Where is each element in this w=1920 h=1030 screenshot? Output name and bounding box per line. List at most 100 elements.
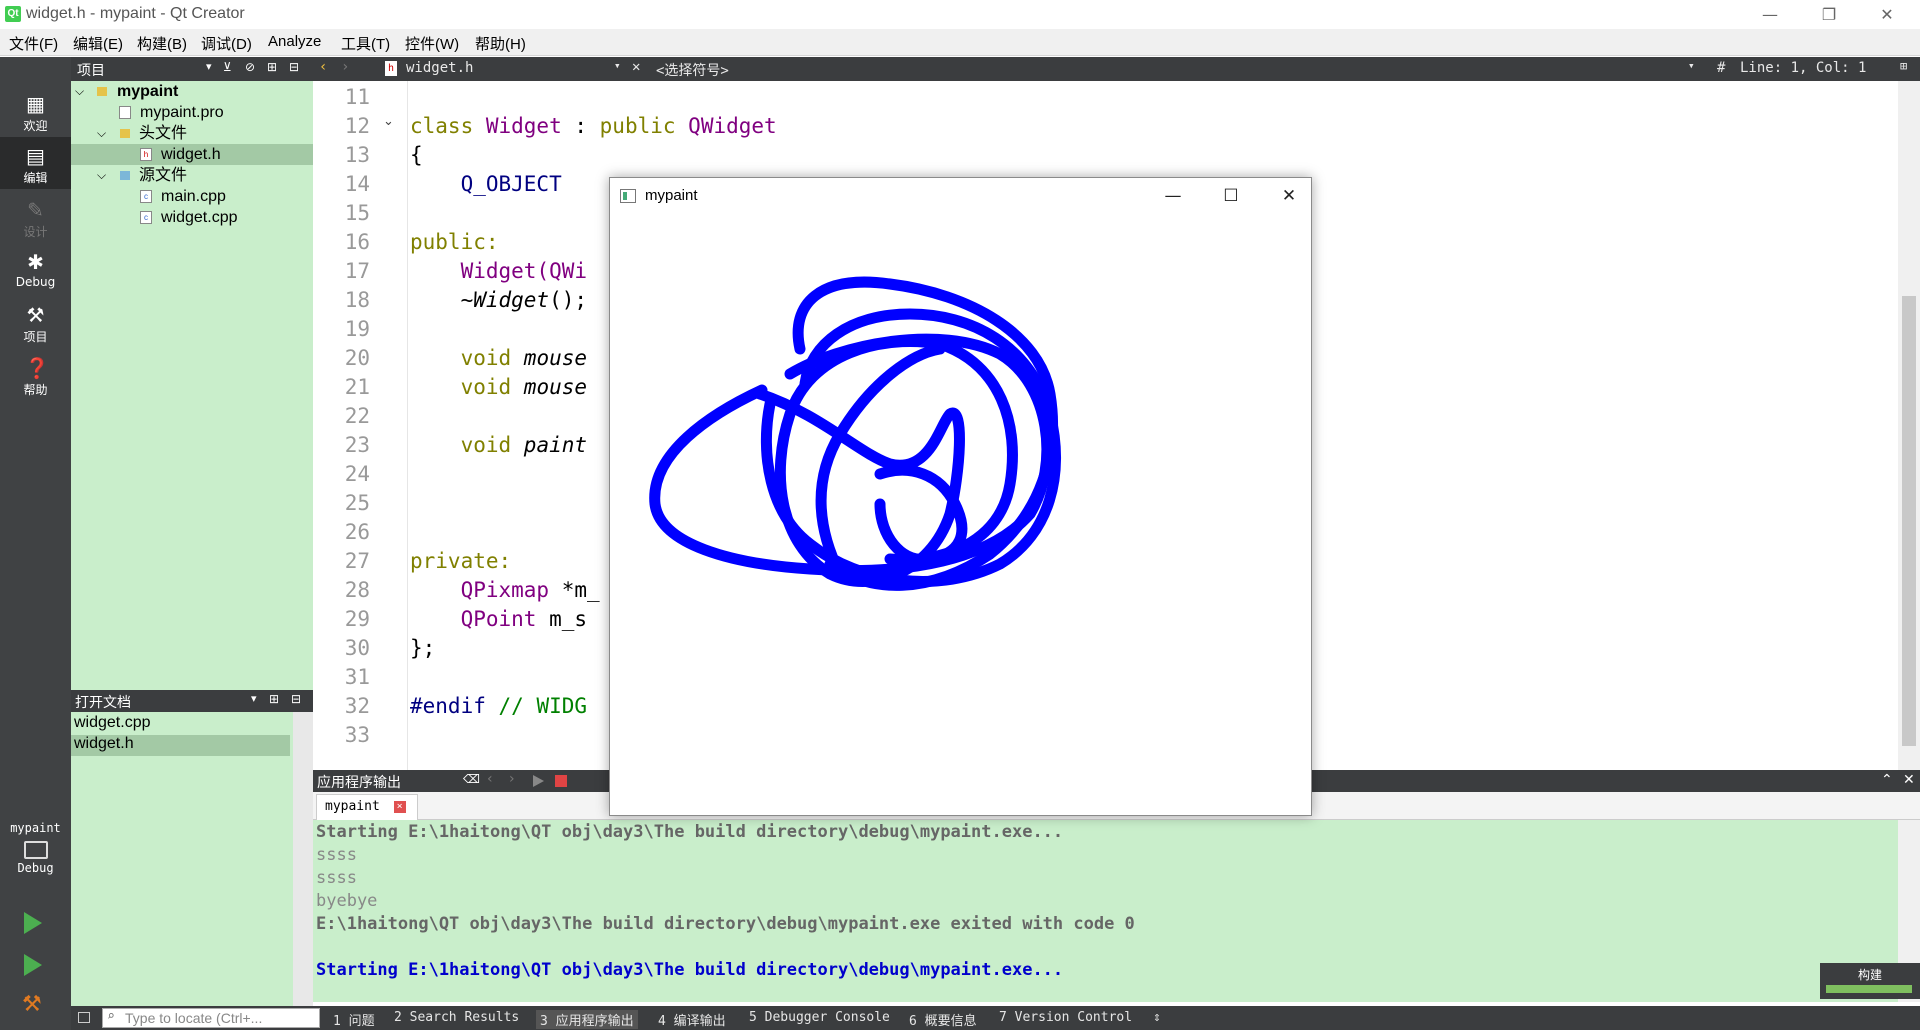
code-token: mouse [523, 346, 588, 370]
minimize-button[interactable]: — [1741, 0, 1799, 29]
dropdown-arrow-icon[interactable]: ▾ [206, 60, 212, 73]
current-file[interactable]: widget.h [406, 60, 473, 76]
menu-debug[interactable]: 调试(D) [201, 33, 252, 54]
clear-output-icon[interactable]: ⌫ [463, 772, 480, 786]
line-number: 27 [344, 549, 370, 573]
tree-item-pro-file[interactable]: mypaint.pro [71, 102, 313, 123]
header-file-icon: h [385, 61, 397, 76]
open-doc-item[interactable]: widget.cpp [74, 714, 290, 735]
cursor-position[interactable]: Line: 1, Col: 1 [1740, 60, 1866, 76]
prev-icon[interactable]: ‹ [487, 771, 493, 787]
tree-item-project[interactable]: ⌵ mypaint [71, 81, 313, 102]
symbol-selector[interactable]: <选择符号> [656, 60, 729, 80]
menu-file[interactable]: 文件(F) [9, 33, 58, 54]
mypaint-close-button[interactable]: ✕ [1260, 178, 1318, 214]
output-tab-mypaint[interactable]: mypaint × [316, 794, 418, 820]
tree-item-sources[interactable]: ⌵ 源文件 [71, 165, 313, 186]
split-icon[interactable]: ⊞ [1900, 59, 1907, 73]
mypaint-window[interactable]: mypaint — ☐ ✕ [609, 177, 1312, 816]
filter-icon[interactable]: ⊻ [223, 60, 232, 74]
paint-canvas[interactable] [610, 214, 1311, 815]
tree-item-widget-cpp[interactable]: c widget.cpp [71, 207, 313, 228]
navigator-header: 项目 ▾ ⊻ ⊘ ⊞ ⊟ [71, 57, 313, 81]
forward-icon[interactable]: › [341, 59, 349, 75]
monitor-icon [23, 841, 48, 859]
mode-debug[interactable]: ✱ Debug [0, 243, 71, 295]
chevron-down-icon[interactable]: ⌵ [75, 81, 84, 102]
tree-item-widget-h[interactable]: h widget.h [71, 144, 313, 165]
menu-analyze[interactable]: Analyze [268, 33, 321, 50]
close-pane-icon[interactable]: ⊟ [289, 60, 299, 74]
line-number: 30 [344, 636, 370, 660]
code-token: paint [523, 433, 588, 457]
build-hammer-button[interactable]: ⚒ [22, 992, 42, 1017]
status-tab-compile-output[interactable]: 4 编译输出 [658, 1010, 726, 1029]
status-tab-debugger-console[interactable]: 5 Debugger Console [749, 1010, 890, 1025]
mode-help[interactable]: ❓ 帮助 [0, 349, 71, 401]
mypaint-window-title: mypaint [645, 187, 698, 204]
code-token: Widget [473, 288, 550, 312]
code-token: QPoint [410, 607, 550, 631]
status-tab-issues[interactable]: 1 问题 [333, 1010, 375, 1029]
dropdown-arrow-icon[interactable]: ▾ [1688, 59, 1695, 72]
menu-edit[interactable]: 编辑(E) [73, 33, 123, 54]
fold-chevron-icon[interactable]: ⌄ [383, 114, 394, 129]
open-docs-scrollbar[interactable] [293, 712, 313, 1006]
scrollbar-thumb[interactable] [1902, 296, 1916, 746]
line-number: 31 [344, 665, 370, 689]
chevron-down-icon[interactable]: ⌵ [97, 165, 106, 186]
menu-tools[interactable]: 工具(T) [341, 33, 390, 54]
build-progress[interactable]: 构建 [1820, 963, 1920, 999]
back-icon[interactable]: ‹ [319, 59, 327, 75]
navigator-title[interactable]: 项目 [77, 60, 105, 80]
code-token: Widget [460, 259, 537, 283]
edit-icon: ▤ [26, 144, 45, 168]
output-line: Starting E:\1haitong\QT obj\day3\The bui… [316, 822, 1064, 842]
next-icon[interactable]: › [509, 771, 515, 787]
close-tab-icon[interactable]: × [393, 800, 406, 813]
dropdown-arrow-icon[interactable]: ▾ [251, 692, 257, 705]
menu-controls[interactable]: 控件(W) [405, 33, 459, 54]
close-file-icon[interactable]: ✕ [632, 59, 640, 75]
line-number: 32 [344, 694, 370, 718]
status-tab-search[interactable]: 2 Search Results [394, 1010, 519, 1025]
status-tab-app-output[interactable]: 3 应用程序输出 [536, 1010, 638, 1029]
toggle-sidebar-icon[interactable] [78, 1012, 90, 1023]
tree-item-label: widget.cpp [161, 209, 238, 226]
mypaint-maximize-button[interactable]: ☐ [1202, 178, 1260, 214]
link-icon[interactable]: ⊘ [245, 60, 255, 74]
open-doc-item[interactable]: widget.h [71, 735, 290, 756]
editor-scrollbar[interactable] [1898, 81, 1920, 770]
folder-icon [120, 129, 130, 138]
status-tab-version-control[interactable]: 7 Version Control [999, 1010, 1132, 1025]
status-tab-general-messages[interactable]: 6 概要信息 [909, 1010, 977, 1029]
mode-projects[interactable]: ⚒ 项目 [0, 296, 71, 348]
mypaint-minimize-button[interactable]: — [1144, 178, 1202, 214]
close-pane-icon[interactable]: ⊟ [291, 692, 301, 706]
split-icon[interactable]: ⊞ [269, 692, 279, 706]
debug-run-button[interactable] [24, 954, 42, 976]
split-icon[interactable]: ⊞ [267, 60, 277, 74]
tree-item-main-cpp[interactable]: c main.cpp [71, 186, 313, 207]
mode-label: 项目 [23, 330, 48, 344]
maximize-pane-icon[interactable]: ⌃ [1881, 772, 1893, 788]
stop-icon[interactable] [555, 775, 567, 787]
rerun-icon[interactable] [533, 775, 544, 787]
restore-button[interactable]: ❐ [1800, 0, 1858, 29]
locator-input[interactable]: Type to locate (Ctrl+... [102, 1008, 320, 1028]
more-tabs-icon[interactable]: ⇕ [1153, 1010, 1161, 1025]
kit-selector[interactable]: mypaint Debug [0, 821, 71, 875]
qt-app-icon: Qt [5, 6, 21, 22]
menu-build[interactable]: 构建(B) [137, 33, 187, 54]
mode-welcome[interactable]: ▦ 欢迎 [0, 85, 71, 137]
close-button[interactable]: ✕ [1858, 0, 1916, 29]
chevron-down-icon[interactable]: ⌵ [97, 123, 106, 144]
dropdown-arrow-icon[interactable]: ▾ [614, 59, 621, 72]
mode-edit[interactable]: ▤ 编辑 [0, 137, 71, 189]
run-button[interactable] [24, 912, 42, 934]
menu-help[interactable]: 帮助(H) [475, 33, 526, 54]
tree-item-headers[interactable]: ⌵ 头文件 [71, 123, 313, 144]
application-output[interactable]: Starting E:\1haitong\QT obj\day3\The bui… [313, 820, 1898, 1002]
close-pane-icon[interactable]: ✕ [1903, 772, 1915, 788]
mode-design[interactable]: ✎ 设计 [0, 191, 71, 243]
